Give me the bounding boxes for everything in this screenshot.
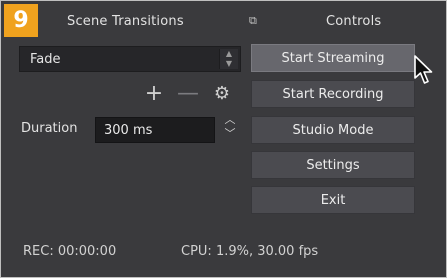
controls-title: Controls	[326, 14, 382, 29]
scene-transitions-title: Scene Transitions	[67, 14, 184, 29]
settings-button[interactable]: Settings	[251, 151, 415, 179]
exit-button[interactable]: Exit	[251, 186, 415, 214]
duration-label: Duration	[21, 121, 78, 136]
step-badge: 9	[4, 4, 38, 37]
transition-select[interactable]: Fade ▲ ▼	[19, 46, 241, 72]
obs-window: 9 Scene Transitions ⧉ Controls Fade ▲ ▼ +…	[0, 0, 447, 278]
select-arrows-icon: ▲ ▼	[219, 49, 238, 69]
studio-mode-button[interactable]: Studio Mode	[251, 116, 415, 144]
start-recording-button[interactable]: Start Recording	[251, 80, 415, 108]
transition-select-value: Fade	[30, 52, 61, 67]
plus-icon[interactable]: +	[143, 83, 165, 105]
rec-timer: REC: 00:00:00	[23, 244, 117, 259]
mouse-pointer-icon	[414, 55, 433, 84]
duration-stepper-icon[interactable]: ︿ ﹀	[221, 113, 239, 147]
minus-icon[interactable]: —	[177, 83, 199, 105]
duration-input[interactable]: 300 ms	[95, 117, 215, 143]
gear-icon[interactable]: ⚙	[211, 83, 233, 105]
dock-undock-icon[interactable]: ⧉	[249, 15, 261, 27]
start-streaming-button[interactable]: Start Streaming	[251, 44, 415, 72]
cpu-fps: CPU: 1.9%, 30.00 fps	[181, 244, 319, 259]
